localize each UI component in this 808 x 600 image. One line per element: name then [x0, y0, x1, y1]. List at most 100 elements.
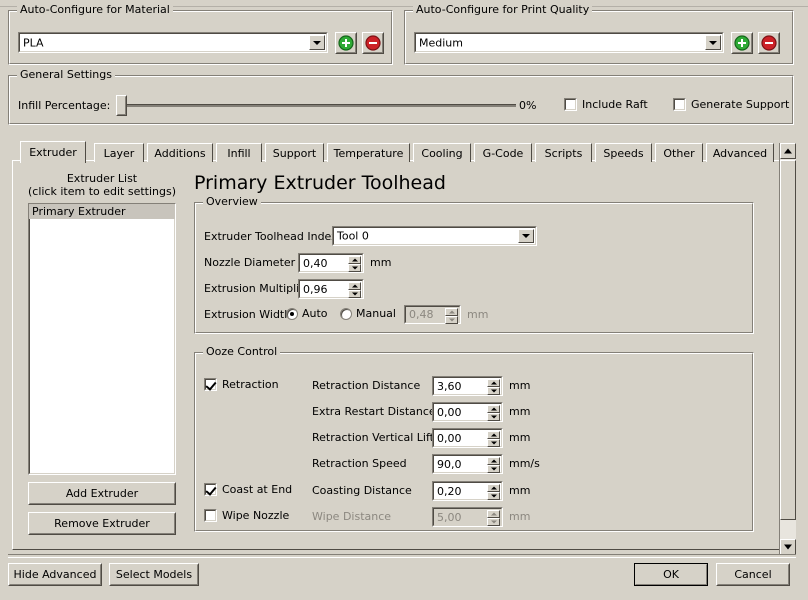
coasting-distance-unit: mm: [509, 484, 531, 497]
extra-restart-distance-input[interactable]: 0,00: [432, 402, 503, 422]
add-quality-button[interactable]: [731, 32, 753, 54]
stepper-down-icon[interactable]: [487, 387, 500, 395]
stepper-up-icon[interactable]: [487, 405, 500, 413]
extrusion-width-auto-radio[interactable]: Auto: [286, 307, 328, 320]
extrusion-multiplier-stepper[interactable]: [348, 282, 361, 298]
add-extruder-button[interactable]: Add Extruder: [28, 482, 176, 505]
coasting-distance-stepper[interactable]: [487, 484, 500, 500]
infill-slider-track[interactable]: [116, 104, 516, 107]
toolhead-index-combo[interactable]: Tool 0: [332, 226, 537, 246]
retraction-distance-unit: mm: [509, 379, 531, 392]
stepper-down-icon[interactable]: [487, 439, 500, 447]
plus-circle-icon: [338, 35, 354, 51]
cancel-button[interactable]: Cancel: [716, 563, 790, 586]
stepper-up-icon[interactable]: [487, 484, 500, 492]
nozzle-diameter-input[interactable]: 0,40: [298, 253, 364, 273]
wipe-distance-input[interactable]: 5,00: [432, 507, 503, 527]
select-models-button[interactable]: Select Models: [109, 563, 199, 586]
extrusion-width-input[interactable]: 0,48: [404, 305, 461, 324]
hide-advanced-button[interactable]: Hide Advanced: [8, 563, 102, 586]
nozzle-diameter-stepper[interactable]: [348, 256, 361, 272]
retraction-speed-value: 90,0: [437, 457, 462, 471]
stepper-up-icon[interactable]: [487, 510, 500, 518]
extruder-list-title: Extruder List: [66, 172, 138, 185]
extrusion-width-unit: mm: [467, 308, 489, 321]
stepper-down-icon[interactable]: [487, 413, 500, 421]
settings-vertical-scrollbar[interactable]: [779, 143, 796, 555]
tab-scripts[interactable]: Scripts: [535, 143, 592, 162]
retraction-vertical-lift-stepper[interactable]: [487, 431, 500, 447]
tab-cooling[interactable]: Cooling: [413, 143, 471, 162]
retraction-distance-input[interactable]: 3,60: [432, 376, 503, 396]
chevron-down-icon[interactable]: [518, 229, 534, 243]
coasting-distance-label: Coasting Distance: [312, 484, 412, 497]
extrusion-multiplier-value: 0,96: [303, 282, 328, 296]
stepper-up-icon[interactable]: [487, 431, 500, 439]
footer-separator: [8, 554, 796, 558]
generate-support-label: Generate Support: [691, 98, 790, 111]
stepper-up-icon[interactable]: [445, 308, 458, 316]
retraction-vertical-lift-input[interactable]: 0,00: [432, 428, 503, 448]
scroll-up-button[interactable]: [780, 143, 796, 159]
chevron-down-icon[interactable]: [309, 35, 325, 50]
infill-slider-thumb[interactable]: [116, 95, 127, 116]
tab-label: Extruder: [29, 146, 77, 159]
add-material-button[interactable]: [335, 32, 357, 54]
scroll-down-button[interactable]: [780, 539, 796, 555]
tab-gcode[interactable]: G-Code: [474, 143, 532, 162]
chevron-down-icon[interactable]: [705, 35, 721, 50]
stepper-down-icon[interactable]: [348, 290, 361, 298]
tab-layer[interactable]: Layer: [94, 143, 144, 162]
remove-extruder-button[interactable]: Remove Extruder: [28, 512, 176, 535]
stepper-down-icon[interactable]: [487, 518, 500, 526]
settings-tabstrip: Extruder Layer Additions Infill Support …: [12, 141, 780, 163]
extrusion-width-manual-radio[interactable]: Manual: [340, 307, 396, 320]
stepper-down-icon[interactable]: [487, 492, 500, 500]
stepper-up-icon[interactable]: [348, 282, 361, 290]
tab-advanced[interactable]: Advanced: [706, 143, 774, 162]
remove-material-button[interactable]: [362, 32, 384, 54]
tab-label: Additions: [154, 146, 206, 160]
extra-restart-distance-stepper[interactable]: [487, 405, 500, 421]
list-item[interactable]: Primary Extruder: [29, 204, 175, 219]
tab-label: Cooling: [421, 146, 463, 160]
tab-infill[interactable]: Infill: [216, 143, 262, 162]
stepper-up-icon[interactable]: [487, 379, 500, 387]
tab-other[interactable]: Other: [655, 143, 703, 162]
tab-support[interactable]: Support: [265, 143, 324, 162]
stepper-down-icon[interactable]: [487, 465, 500, 473]
retraction-speed-stepper[interactable]: [487, 457, 500, 473]
retraction-vertical-lift-label: Retraction Vertical Lift: [312, 431, 434, 444]
wipe-distance-stepper[interactable]: [487, 510, 500, 526]
scrollbar-thumb[interactable]: [780, 160, 796, 520]
retraction-checkbox[interactable]: Retraction: [204, 378, 279, 391]
remove-quality-button[interactable]: [758, 32, 780, 54]
retraction-speed-input[interactable]: 90,0: [432, 454, 503, 474]
cancel-label: Cancel: [734, 568, 772, 581]
tab-extruder[interactable]: Extruder: [20, 141, 86, 163]
tab-label: Infill: [227, 146, 251, 160]
material-combo[interactable]: PLA: [18, 32, 328, 53]
retraction-distance-stepper[interactable]: [487, 379, 500, 395]
include-raft-checkbox[interactable]: Include Raft: [564, 98, 648, 111]
tab-temperature[interactable]: Temperature: [327, 143, 410, 162]
tab-additions[interactable]: Additions: [147, 143, 213, 162]
tab-speeds[interactable]: Speeds: [595, 143, 652, 162]
quality-combo[interactable]: Medium: [414, 32, 724, 53]
wipe-nozzle-checkbox[interactable]: Wipe Nozzle: [204, 509, 289, 522]
extra-restart-distance-value: 0,00: [437, 405, 462, 419]
generate-support-checkbox[interactable]: Generate Support: [673, 98, 789, 111]
wipe-distance-value: 5,00: [437, 510, 462, 524]
stepper-up-icon[interactable]: [487, 457, 500, 465]
extrusion-width-stepper[interactable]: [445, 308, 458, 324]
coast-at-end-checkbox[interactable]: Coast at End: [204, 483, 292, 496]
extrusion-width-auto-label: Auto: [302, 307, 328, 320]
stepper-down-icon[interactable]: [348, 264, 361, 272]
coasting-distance-input[interactable]: 0,20: [432, 481, 503, 501]
select-models-label: Select Models: [115, 568, 193, 581]
extruder-listbox[interactable]: Primary Extruder: [28, 203, 176, 475]
stepper-down-icon[interactable]: [445, 316, 458, 324]
ok-button[interactable]: OK: [634, 563, 708, 586]
stepper-up-icon[interactable]: [348, 256, 361, 264]
extrusion-multiplier-input[interactable]: 0,96: [298, 279, 364, 299]
